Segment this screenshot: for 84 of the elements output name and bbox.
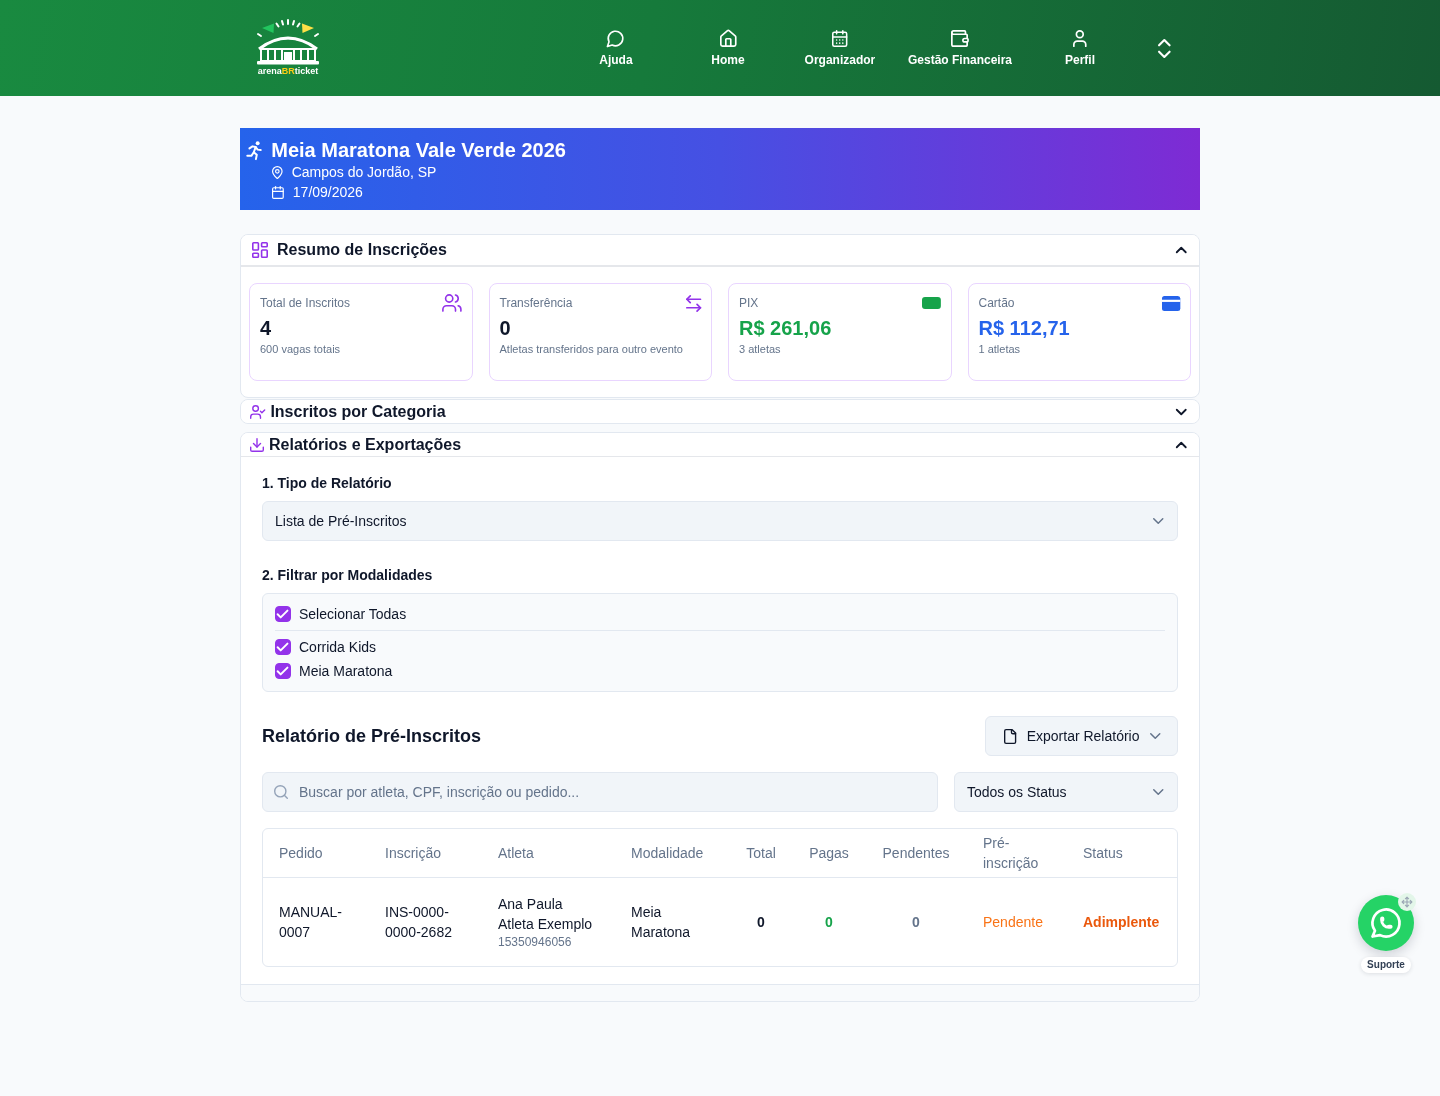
stat-value: R$ 112,71 [978, 316, 1070, 340]
total-count: 0 [757, 914, 765, 930]
calendar-icon [272, 185, 284, 199]
payment-status: Adimplente [1083, 914, 1160, 930]
column-header: Pedido [279, 845, 323, 861]
chevron-down-icon [1152, 789, 1163, 795]
chevron-down-icon [1152, 518, 1163, 524]
check-icon [277, 610, 289, 618]
column-header: Total [746, 845, 776, 861]
nav-item[interactable]: Organizador [791, 29, 888, 67]
search-icon [274, 785, 288, 799]
nav-item[interactable]: Ajuda [567, 29, 664, 67]
paid-count: 0 [825, 914, 833, 930]
checkbox[interactable] [275, 663, 291, 679]
checkbox-label: Selecionar Todas [299, 606, 407, 622]
banknote-icon [921, 297, 941, 309]
pending-count: 0 [912, 914, 920, 930]
file-icon [1004, 728, 1017, 744]
column-header: Atleta [498, 845, 534, 861]
athlete-name: Ana Paula Atleta Exemplo [498, 895, 594, 934]
nav-item[interactable]: Gestão Financeira [903, 29, 1016, 67]
section-header[interactable]: Resumo de Inscrições [241, 235, 1199, 267]
swap-arrows-icon [685, 294, 701, 312]
column-header: Inscrição [385, 845, 442, 861]
checkbox[interactable] [275, 606, 291, 622]
event-title: Meia Maratona Vale Verde 2026 [271, 138, 566, 162]
athlete-cpf: 15350946056 [498, 934, 572, 950]
credit-card-icon [1161, 295, 1180, 311]
chevron-down-icon [1149, 733, 1160, 739]
report-title: Relatório de Pré-Inscritos [262, 725, 482, 748]
column-header: Pré-inscrição [983, 835, 1039, 871]
column-header: Modalidade [631, 845, 704, 861]
export-button[interactable]: Exportar Relatório [985, 716, 1178, 756]
logo-text: arenaBRticket [257, 65, 319, 76]
runner-icon [246, 140, 264, 160]
map-pin-icon [272, 165, 283, 179]
stat-note: 600 vagas totais [260, 342, 341, 356]
stat-label: Total de Inscritos [260, 295, 351, 311]
support-label: Suporte [1361, 957, 1411, 973]
checkbox-label: Corrida Kids [299, 639, 377, 655]
checkbox-label: Meia Maratona [299, 663, 393, 679]
users-icon [441, 294, 462, 312]
registration-number: INS-0000-0000-2682 [385, 904, 452, 940]
section-header[interactable]: Inscritos por Categoria [241, 400, 1199, 423]
check-icon [277, 643, 289, 651]
status-select[interactable]: Todos os Status [954, 772, 1178, 812]
user-check-icon [250, 404, 266, 419]
stat-label: PIX [739, 295, 759, 311]
phone-bubble-icon [1371, 908, 1401, 938]
section-header[interactable]: Relatórios e Exportações [241, 433, 1199, 457]
stat-label: Cartão [978, 295, 1015, 311]
column-header: Pendentes [882, 845, 950, 861]
stat-note: 1 atletas [978, 342, 1021, 356]
wallet-icon [951, 29, 969, 47]
field-label: 1. Tipo de Relatório [262, 474, 392, 492]
stat-value: 4 [260, 316, 272, 340]
stat-value: R$ 261,06 [739, 316, 832, 340]
download-icon [250, 437, 264, 452]
user-icon [1073, 29, 1087, 47]
nav-item[interactable]: Home [679, 29, 776, 67]
event-location: Campos do Jordão, SP [291, 163, 437, 182]
chat-bubble-icon [607, 29, 625, 47]
stat-value: 0 [499, 316, 511, 340]
stat-label: Transferência [499, 295, 573, 311]
stat-note: Atletas transferidos para outro evento [499, 342, 683, 356]
column-header: Pagas [809, 845, 849, 861]
checkbox[interactable] [275, 639, 291, 655]
pre-registration-status: Pendente [983, 914, 1043, 930]
event-date: 17/09/2026 [292, 183, 363, 202]
home-icon [719, 29, 737, 47]
stadium-logo-icon [255, 18, 321, 65]
nav-item[interactable]: Perfil [1032, 29, 1128, 67]
stat-note: 3 atletas [739, 342, 781, 356]
calendar-icon [832, 29, 848, 47]
order-number: MANUAL-0007 [279, 904, 342, 940]
up-down-chevron-icon [1157, 38, 1171, 58]
field-label: 2. Filtrar por Modalidades [262, 566, 433, 584]
dashboard-icon [252, 242, 268, 258]
check-icon [277, 667, 289, 675]
column-header: Status [1083, 845, 1123, 861]
search-field[interactable]: Buscar por atleta, CPF, inscrição ou pedido... [262, 772, 938, 812]
modality-name: Meia Maratona [631, 904, 691, 940]
report-type-select[interactable]: Lista de Pré-Inscritos [262, 501, 1178, 541]
move-handle-icon[interactable] [1398, 893, 1416, 911]
